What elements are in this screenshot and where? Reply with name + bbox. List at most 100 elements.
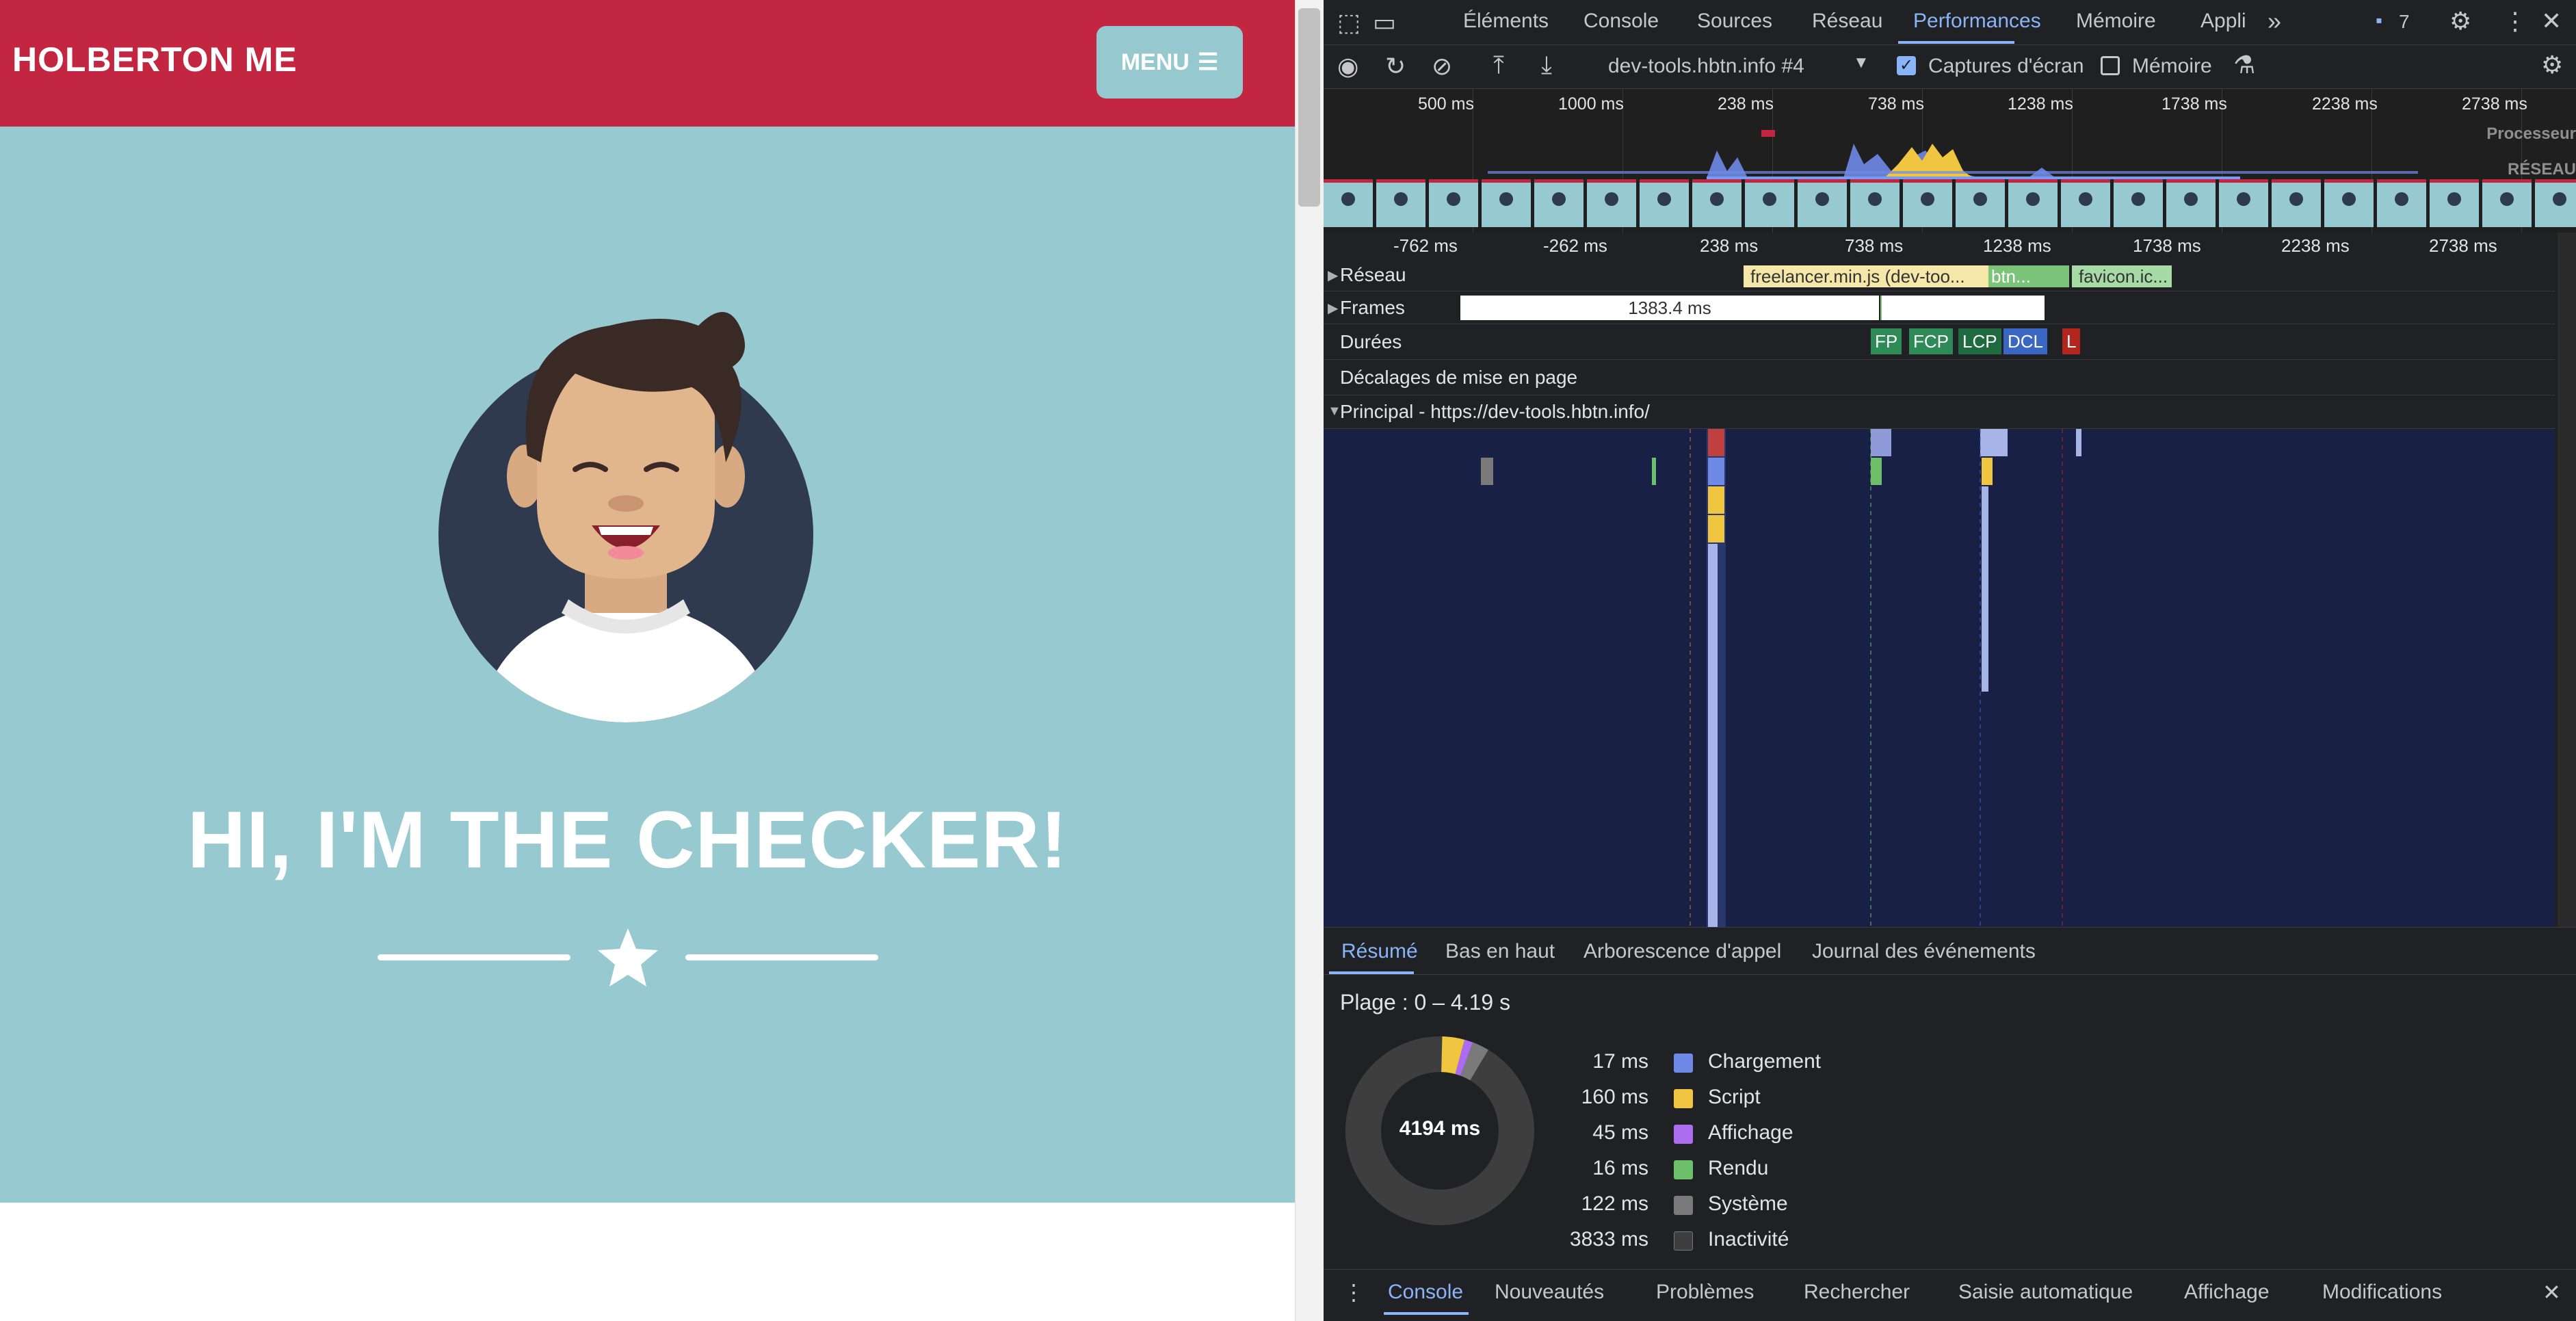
screenshot-thumbnail[interactable] xyxy=(1429,179,1478,227)
network-request-bar[interactable]: favicon.ic... xyxy=(2072,265,2172,287)
issues-count[interactable]: 7 xyxy=(2399,11,2410,33)
screenshot-thumbnail[interactable] xyxy=(1798,179,1847,227)
frame-bar[interactable]: 1383.4 ms xyxy=(1460,296,1879,320)
screenshot-thumbnail[interactable] xyxy=(1587,179,1636,227)
details-tabbar: Résumé Bas en haut Arborescence d'appel … xyxy=(1324,927,2576,975)
fcp-marker[interactable]: FCP xyxy=(1909,328,1953,354)
drawer-tab-search[interactable]: Rechercher xyxy=(1804,1281,1910,1304)
more-options-icon[interactable]: ⋮ xyxy=(2503,7,2527,36)
flame-tick: 238 ms xyxy=(1700,235,1759,256)
flame-chart[interactable]: -762 ms -262 ms 238 ms 738 ms 1238 ms 17… xyxy=(1324,233,2576,927)
screenshot-thumbnail[interactable] xyxy=(2166,179,2216,227)
screenshot-thumbnail[interactable] xyxy=(1956,179,2005,227)
main-thread-track[interactable]: ▼ Principal - https://dev-tools.hbtn.inf… xyxy=(1324,395,2555,429)
upload-profile-icon[interactable]: ⤒ xyxy=(1493,51,1504,80)
expand-arrow-icon[interactable]: ▶ xyxy=(1328,300,1338,317)
tab-console[interactable]: Console xyxy=(1583,10,1659,33)
tab-network[interactable]: Réseau xyxy=(1812,10,1882,33)
garbage-collect-icon[interactable]: ⚗ xyxy=(2233,51,2255,79)
drawer-menu-icon[interactable]: ⋮ xyxy=(1343,1279,1365,1305)
legend-swatch xyxy=(1674,1196,1693,1215)
drawer-tab-changes[interactable]: Modifications xyxy=(2322,1281,2442,1304)
settings-icon[interactable]: ⚙ xyxy=(2449,7,2471,36)
record-icon[interactable]: ◉ xyxy=(1337,52,1358,81)
drawer-tab-console[interactable]: Console xyxy=(1388,1281,1463,1304)
legend-value: 160 ms xyxy=(1581,1086,1648,1108)
screenshot-thumbnail[interactable] xyxy=(2114,179,2163,227)
tab-sources[interactable]: Sources xyxy=(1697,10,1772,33)
tab-bottom-up[interactable]: Bas en haut xyxy=(1445,940,1555,963)
page-scrollbar-thumb[interactable] xyxy=(1298,8,1320,207)
drawer-tab-issues[interactable]: Problèmes xyxy=(1656,1281,1754,1304)
memory-checkbox[interactable] xyxy=(2101,56,2120,75)
collapse-arrow-icon[interactable]: ▼ xyxy=(1328,404,1341,419)
tab-summary[interactable]: Résumé xyxy=(1341,940,1418,963)
star-divider xyxy=(378,927,878,989)
timeline-overview[interactable]: 500 ms 1000 ms 238 ms 738 ms 1238 ms 173… xyxy=(1324,89,2576,233)
screenshot-thumbnail[interactable] xyxy=(1692,179,1742,227)
tab-event-log[interactable]: Journal des événements xyxy=(1812,940,2036,963)
recording-select[interactable]: dev-tools.hbtn.info #4 xyxy=(1608,55,1804,78)
screenshot-thumbnail[interactable] xyxy=(2324,179,2374,227)
drawer-tab-autofill[interactable]: Saisie automatique xyxy=(1958,1281,2133,1304)
legend-value: 16 ms xyxy=(1592,1157,1648,1179)
flame-scrollbar[interactable] xyxy=(2558,233,2576,927)
active-drawer-tab-indicator xyxy=(1384,1312,1469,1315)
dropdown-arrow-icon[interactable]: ▼ xyxy=(1853,53,1869,73)
screenshot-thumbnail[interactable] xyxy=(1482,179,1531,227)
menu-button[interactable]: MENU ☰ xyxy=(1096,26,1243,99)
screenshot-thumbnail[interactable] xyxy=(1903,179,1952,227)
network-request-bar[interactable]: btn... xyxy=(1988,265,2069,287)
download-profile-icon[interactable]: ⤓ xyxy=(1541,51,1552,80)
main-thread-flame[interactable] xyxy=(1324,429,2555,927)
screenshot-thumbnail[interactable] xyxy=(2430,179,2479,227)
overview-tick: 1238 ms xyxy=(2008,94,2073,114)
network-track[interactable]: ▶ Réseau freelancer.min.js (dev-too... b… xyxy=(1324,259,2555,291)
screenshot-thumbnail[interactable] xyxy=(2272,179,2321,227)
close-drawer-icon[interactable]: ✕ xyxy=(2542,1279,2561,1305)
brand-logo[interactable]: HOLBERTON ME xyxy=(12,40,298,79)
overview-tick: 500 ms xyxy=(1418,94,1474,114)
screenshot-thumbnail[interactable] xyxy=(1850,179,1900,227)
screenshot-thumbnail[interactable] xyxy=(2061,179,2110,227)
drawer-tab-whats-new[interactable]: Nouveautés xyxy=(1495,1281,1604,1304)
screenshot-thumbnail[interactable] xyxy=(1534,179,1583,227)
clear-icon[interactable]: ⊘ xyxy=(1432,52,1452,81)
tab-call-tree[interactable]: Arborescence d'appel xyxy=(1583,940,1781,963)
drawer-tab-rendering[interactable]: Affichage xyxy=(2184,1281,2270,1304)
fp-marker[interactable]: FP xyxy=(1871,328,1902,354)
screenshot-thumbnail[interactable] xyxy=(1640,179,1689,227)
screenshot-filmstrip[interactable] xyxy=(1324,179,2576,227)
screenshots-checkbox[interactable]: ✓ xyxy=(1897,56,1916,75)
webpage: HOLBERTON ME MENU ☰ HI, I'M THE CHECKER! xyxy=(0,0,1295,1321)
screenshot-thumbnail[interactable] xyxy=(2377,179,2426,227)
load-marker[interactable]: L xyxy=(2062,328,2081,354)
screenshot-thumbnail[interactable] xyxy=(1745,179,1794,227)
screenshot-thumbnail[interactable] xyxy=(2535,179,2576,227)
legend-value: 122 ms xyxy=(1581,1192,1648,1215)
expand-arrow-icon[interactable]: ▶ xyxy=(1328,267,1338,284)
frame-bar[interactable] xyxy=(1880,296,2045,320)
frames-track[interactable]: ▶ Frames 1383.4 ms xyxy=(1324,291,2555,324)
lcp-marker[interactable]: LCP xyxy=(1958,328,2001,354)
network-request-bar[interactable]: freelancer.min.js (dev-too... xyxy=(1744,265,1988,287)
capture-settings-icon[interactable]: ⚙ xyxy=(2541,51,2563,79)
more-tabs-icon[interactable]: » xyxy=(2268,7,2281,36)
dcl-marker[interactable]: DCL xyxy=(2003,328,2048,354)
tab-application[interactable]: Appli xyxy=(2200,10,2246,33)
device-toolbar-icon[interactable]: ▭ xyxy=(1373,8,1396,37)
tab-elements[interactable]: Éléments xyxy=(1463,10,1549,33)
screenshot-thumbnail[interactable] xyxy=(2219,179,2268,227)
tab-performance[interactable]: Performances xyxy=(1913,10,2041,33)
flame-tick: -262 ms xyxy=(1543,235,1607,256)
inspect-element-icon[interactable]: ⬚ xyxy=(1337,8,1361,37)
screenshot-thumbnail[interactable] xyxy=(2482,179,2532,227)
close-devtools-icon[interactable]: ✕ xyxy=(2541,7,2562,36)
issues-icon[interactable]: ▪ xyxy=(2376,10,2382,31)
screenshot-thumbnail[interactable] xyxy=(1324,179,1373,227)
screenshot-thumbnail[interactable] xyxy=(1376,179,1425,227)
screenshot-thumbnail[interactable] xyxy=(2008,179,2058,227)
reload-record-icon[interactable]: ↻ xyxy=(1385,52,1406,81)
star-icon xyxy=(598,928,658,986)
tab-memory[interactable]: Mémoire xyxy=(2076,10,2156,33)
